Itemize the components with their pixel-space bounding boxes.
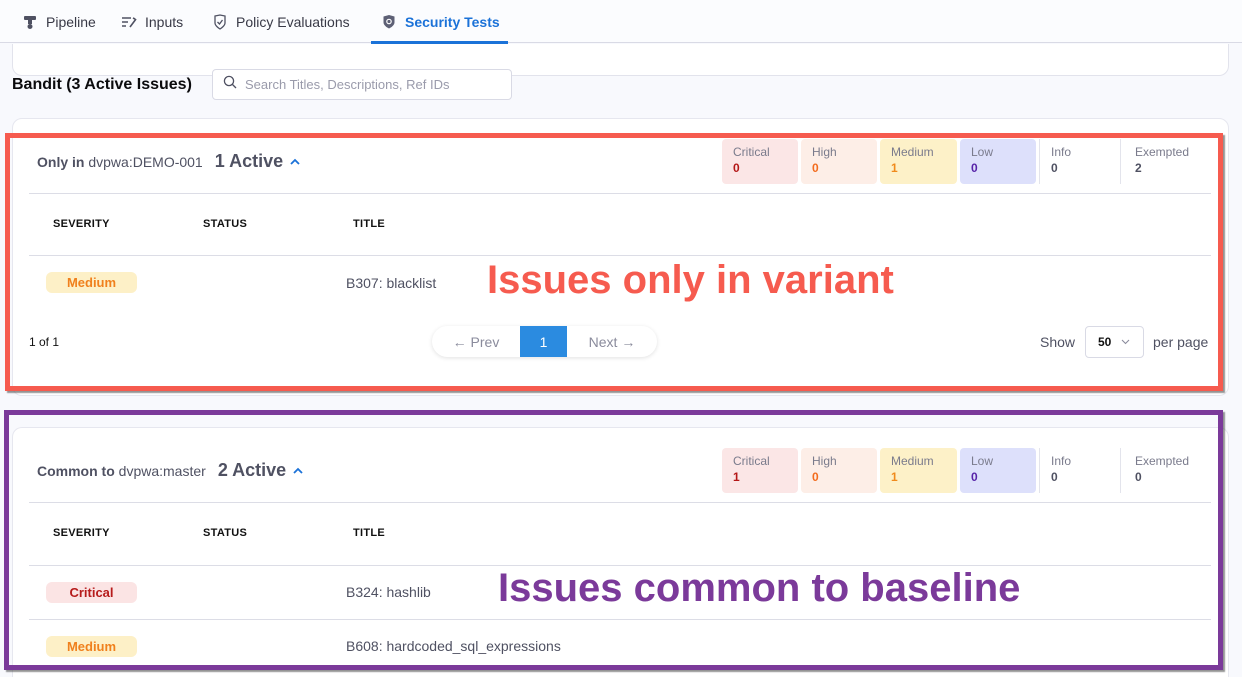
severity-name: High [812,145,837,159]
severity-info: Info 0 [1039,139,1117,184]
show-label: Show [1040,334,1076,350]
group-toggle[interactable]: 1 Active [215,151,301,172]
severity-name: Exempted [1135,145,1190,159]
severity-summary: Critical 1 High 0 Medium 1 Low 0 Info 0 Exemp… [722,448,1213,493]
shield-check-icon [212,13,228,30]
severity-summary: Critical 0 High 0 Medium 1 Low 0 Info 0 Exemp… [722,139,1213,184]
chevron-up-icon [293,467,303,474]
divider [29,193,1211,194]
tab-pipeline[interactable]: Pipeline [22,0,96,43]
severity-badge: Medium [46,272,137,293]
severity-name: Low [971,145,994,159]
severity-name: Low [971,454,994,468]
group-header: Common to dvpwa:master 2 Active [37,460,304,481]
severity-info: Info 0 [1039,448,1117,493]
per-page-label: per page [1153,334,1209,350]
column-header-severity[interactable]: SEVERITY [53,218,110,230]
group-toggle[interactable]: 2 Active [218,460,304,481]
previous-card [12,44,1229,76]
severity-count: 0 [1135,470,1142,484]
column-header-status[interactable]: STATUS [203,527,247,539]
severity-count: 0 [1051,161,1058,175]
issue-title[interactable]: B324: hashlib [346,584,431,600]
search-input[interactable] [245,77,495,92]
pipeline-icon [22,14,38,30]
severity-exempted: Exempted 0 [1120,448,1210,493]
column-header-title[interactable]: TITLE [353,218,385,230]
tab-label: Pipeline [46,13,96,30]
severity-count: 0 [812,470,819,484]
issue-title[interactable]: B608: hardcoded_sql_expressions [346,638,561,654]
severity-medium: Medium 1 [880,139,957,184]
tab-bar: Pipeline Inputs Policy Evaluations Secur… [0,0,1242,44]
severity-name: Exempted [1135,454,1190,468]
severity-name: Critical [733,454,770,468]
next-page-button[interactable]: Next → [567,326,657,357]
tab-label: Policy Evaluations [236,13,350,30]
severity-medium: Medium 1 [880,448,957,493]
column-header-title[interactable]: TITLE [353,527,385,539]
search-field[interactable] [212,69,512,100]
per-page-select[interactable]: 50 [1085,326,1144,358]
page-info: 1 of 1 [29,335,60,349]
issue-title[interactable]: B307: blacklist [346,275,436,291]
per-page-value: 50 [1098,335,1112,349]
tab-label: Security Tests [405,13,500,30]
severity-count: 0 [733,161,740,175]
severity-name: Info [1051,454,1072,468]
search-icon [223,75,237,94]
severity-name: Medium [891,454,934,468]
severity-name: Info [1051,145,1072,159]
severity-low: Low 0 [960,139,1036,184]
severity-name: High [812,454,837,468]
group-target: dvpwa:master [118,463,206,479]
page-1-button[interactable]: 1 [520,326,567,357]
severity-exempted: Exempted 2 [1120,139,1210,184]
severity-high: High 0 [801,139,877,184]
column-header-status[interactable]: STATUS [203,218,247,230]
divider [29,255,1211,256]
severity-count: 0 [971,161,978,175]
tab-policy-evaluations[interactable]: Policy Evaluations [212,0,350,43]
severity-count: 2 [1135,161,1142,175]
severity-low: Low 0 [960,448,1036,493]
group-label-prefix: Only in [37,154,85,170]
severity-count: 1 [891,161,898,175]
severity-high: High 0 [801,448,877,493]
variant-annotation: Issues only in variant [487,258,894,302]
severity-count: 0 [1051,470,1058,484]
severity-critical: Critical 1 [722,448,798,493]
active-count: 1 Active [214,151,284,171]
chevron-up-icon [290,158,300,165]
security-shield-icon [381,14,397,30]
divider [29,619,1211,620]
severity-name: Medium [891,145,934,159]
group-label: Only in dvpwa:DEMO-001 [37,154,203,170]
severity-critical: Critical 0 [722,139,798,184]
tab-label: Inputs [145,13,184,30]
group-label-prefix: Common to [37,463,115,479]
divider [29,502,1211,503]
severity-name: Critical [733,145,770,159]
group-label: Common to dvpwa:master [37,463,206,479]
severity-count: 0 [812,161,819,175]
tab-inputs[interactable]: Inputs [121,0,183,43]
column-header-severity[interactable]: SEVERITY [53,527,110,539]
severity-badge: Medium [46,636,137,657]
severity-badge: Critical [46,582,137,603]
baseline-annotation: Issues common to baseline [498,566,1021,610]
severity-count: 0 [971,470,978,484]
tab-security-tests[interactable]: Security Tests [371,0,508,44]
chevron-down-icon [1121,339,1130,345]
severity-count: 1 [891,470,898,484]
active-count: 2 Active [217,460,287,480]
inputs-icon [121,14,137,30]
section-title: Bandit (3 Active Issues) [12,76,192,93]
prev-page-button[interactable]: ← Prev [432,326,520,357]
group-header: Only in dvpwa:DEMO-001 1 Active [37,151,301,172]
group-target: dvpwa:DEMO-001 [88,154,203,170]
severity-count: 1 [733,470,740,484]
pagination: ← Prev 1 Next → [432,326,657,357]
